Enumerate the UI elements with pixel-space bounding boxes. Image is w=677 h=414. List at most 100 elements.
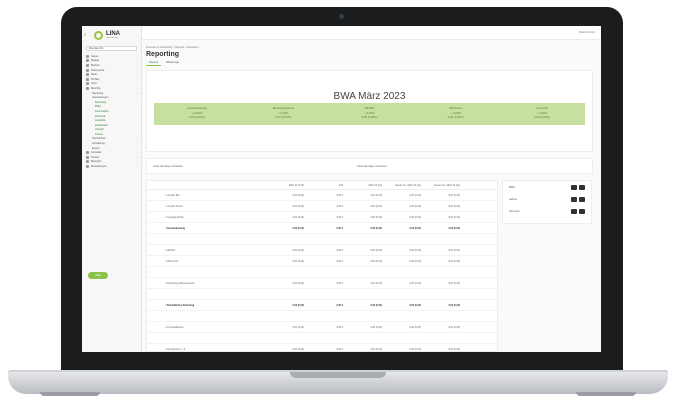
tabs: Reports Werkzeuge (146, 60, 182, 66)
table-row[interactable]: + WE Küche 0,00 (0,00) 0,00 € 0,00 (0,00) 0,… (147, 256, 497, 267)
bwa-table: März 23 (4 W) Soll März 23 (Ist) Januar 23 … (146, 180, 498, 352)
sidebar-nav: Kasse › Belege › Buchen › Dokumente › Bank › DATEV… (82, 54, 141, 169)
cell-value: 0,00 (0,00) (292, 193, 304, 197)
export-row: BWA (503, 181, 591, 193)
cell-value: 0,00 (0,00) (292, 347, 304, 351)
table-row[interactable]: + Sonstige Erlöse 0,00 (0,00) 0,00 € 0,00 (… (147, 212, 497, 223)
webcam (339, 14, 344, 19)
table-row[interactable]: + Umsatz Küche 0,00 (0,00) 0,00 € 0,00 (0,0… (147, 201, 497, 212)
cell-value: 0,00 (0,00) (409, 347, 421, 351)
hamburger-icon[interactable]: ≡ (84, 32, 86, 37)
cell-value: 0,00 (0,00) (292, 226, 304, 230)
table-row[interactable]: + Rohertrag (Wareneinsatz) 0,00 (0,00) 0,0… (147, 278, 497, 289)
tab-reports[interactable]: Reports (146, 60, 162, 66)
kpi-tile[interactable]: Betriebsergebnis + 0,00% 0,00 (0,00%) (240, 103, 326, 125)
cell-value: 0,00 (0,00) (370, 226, 382, 230)
sidebar-item-label: DATEV (91, 77, 100, 81)
logo[interactable]: LINA Steuerberater (82, 26, 141, 44)
table-row[interactable]: + WE Bar 0,00 (0,00) 0,00 € 0,00 (0,00) 0,00… (147, 245, 497, 256)
menu-icon (86, 54, 89, 58)
sidebar-item-label: Auswertungen (92, 96, 109, 100)
printer-icon[interactable] (571, 196, 577, 202)
cell-value: 0,00 (0,00) (409, 303, 421, 307)
sidebar-item-label: Belege (91, 59, 100, 63)
kpi-tile[interactable]: Personal + 0,00% 0,00 (0,00%) (499, 103, 585, 125)
table-row[interactable] (147, 234, 497, 245)
cell-value: 0,00 (0,00) (448, 347, 460, 351)
table-row[interactable] (147, 333, 497, 344)
table-row[interactable] (147, 289, 497, 300)
table-row[interactable]: + Umsatz Bar 0,00 (0,00) 0,00 € 0,00 (0,00)… (147, 190, 497, 201)
pdf-icon[interactable] (579, 196, 585, 202)
column-header: März 23 (Ist) (368, 183, 382, 187)
menu-icon (86, 68, 89, 72)
table-row[interactable] (147, 267, 497, 278)
kpi-value: 0,00 (0,00%) (189, 115, 206, 119)
row-label: = Gesamtleistung (165, 226, 185, 230)
sidebar-item-label: Kontakte (91, 151, 102, 155)
kpi-tile[interactable]: WE Bar + 0,00% 0,00 (0,00%) (326, 103, 412, 125)
chevron-right-icon: › (137, 91, 138, 95)
chevron-right-icon: › (137, 59, 138, 63)
cell-value: 0,00 (0,00) (370, 215, 382, 219)
cell-value: 0,00 € (336, 347, 343, 351)
sidebar-item-label: Export (92, 146, 100, 150)
cell-value: 0,00 (0,00) (370, 347, 382, 351)
cell-value: 0,00 (0,00) (292, 204, 304, 208)
row-label: + Personalkosten (165, 325, 184, 329)
cell-value: 0,00 € (336, 281, 343, 285)
chevron-right-icon: › (137, 63, 138, 67)
sidebar: ≡ LINA Steuerberater Mandant AG Kasse › Be… (82, 26, 142, 352)
export-actions (571, 196, 585, 202)
sidebar-item[interactable]: Einstellungen › (82, 164, 141, 169)
column-header: Januar 23 - März 23 (Ist) (394, 183, 421, 187)
sidebar-item-label: Verwaltung (92, 142, 105, 146)
sidebar-item-label: Kasse (91, 54, 99, 58)
sidebar-item-label: Berichte (91, 86, 101, 90)
menu-icon (86, 63, 89, 67)
table-row[interactable] (147, 311, 497, 322)
table-row[interactable]: + Personalkosten 0,00 (0,00) 0,00 € 0,00 (0… (147, 322, 497, 333)
kpi-tile[interactable]: WE Küche + 0,00% 0,00 (0,00%) (413, 103, 499, 125)
export-panel: BWA Jahres Summen (502, 180, 592, 224)
row-label: + Raumkosten u. ä. (165, 347, 186, 351)
chevron-right-icon: › (137, 77, 138, 81)
printer-icon[interactable] (571, 184, 577, 190)
table-row[interactable]: + Raumkosten u. ä. 0,00 (0,00) 0,00 € 0,00 … (147, 344, 497, 352)
cell-value: 0,00 (0,00) (292, 248, 304, 252)
column-header: Soll (339, 183, 343, 187)
filter-right[interactable]: Keine Einträge vorhanden (357, 165, 387, 168)
kpi-tile[interactable]: Gesamtleistung + 0,00% 0,00 (0,00%) (154, 103, 240, 125)
sidebar-item-label: BWA (95, 105, 101, 109)
laptop-foot-left (40, 392, 100, 396)
sidebar-item-label: Übersichten (92, 137, 106, 141)
table-row[interactable]: = Betriebliches Rohertrag 0,00 (0,00) 0,00… (147, 300, 497, 311)
help-button[interactable]: Hilfe (88, 272, 108, 279)
company-selector[interactable]: Mandant AG (86, 46, 137, 51)
cell-value: 0,00 € (336, 215, 343, 219)
user-menu[interactable]: Butzer GmbH (579, 31, 595, 34)
tab-werkzeuge[interactable]: Werkzeuge (163, 60, 182, 66)
filter-left[interactable]: Keine Einträge vorhanden (153, 165, 183, 168)
cell-value: 0,00 (0,00) (292, 281, 304, 285)
cell-value: 0,00 (0,00) (292, 259, 304, 263)
sidebar-item-label: Personal (95, 114, 106, 118)
chevron-right-icon: › (137, 54, 138, 58)
cell-value: 0,00 (0,00) (409, 281, 421, 285)
sidebar-item-label: Einstellungen (91, 165, 107, 169)
breadcrumb[interactable]: Finanzen & Controlling > Reports > Repor… (146, 46, 198, 49)
laptop-photo: ≡ LINA Steuerberater Mandant AG Kasse › Be… (0, 0, 677, 414)
cell-value: 0,00 (0,00) (370, 281, 382, 285)
filter-bar: Keine Einträge vorhanden Keine Einträge … (146, 158, 593, 174)
export-row: Summen (503, 205, 591, 217)
table-row[interactable]: = Gesamtleistung 0,00 (0,00) 0,00 € 0,00 (0… (147, 223, 497, 234)
cell-value: 0,00 (0,00) (370, 193, 382, 197)
pdf-icon[interactable] (579, 184, 585, 190)
pdf-icon[interactable] (579, 208, 585, 214)
printer-icon[interactable] (571, 208, 577, 214)
sidebar-item-label: Kennzahlen (95, 109, 109, 113)
sidebar-item-label: Chef (91, 82, 97, 86)
cell-value: 0,00 (0,00) (448, 303, 460, 307)
sidebar-item-label: Liquidität (95, 119, 106, 123)
cell-value: 0,00 (0,00) (448, 259, 460, 263)
